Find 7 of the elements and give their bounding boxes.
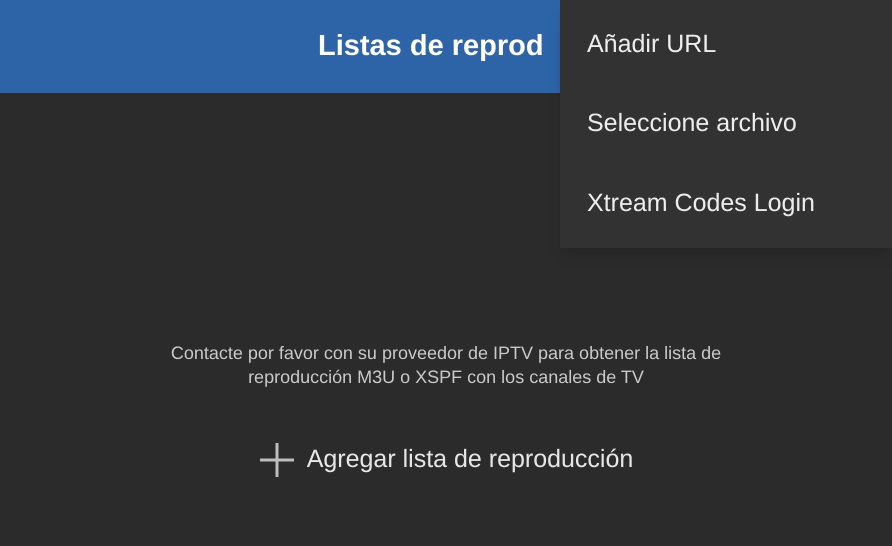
menu-item[interactable]: Seleccione archivo xyxy=(560,84,892,164)
empty-message: Contacte por favor con su proveedor de IPTV para obtener la lista de reproducción M3U o XSPF con los canales de TV xyxy=(170,342,722,389)
plus-icon xyxy=(258,442,295,478)
add-playlist-button[interactable]: Agregar lista de reproducción xyxy=(258,441,634,478)
menu-item[interactable]: Xtream Codes Login xyxy=(560,164,892,243)
app-bar-title: Listas de reprod xyxy=(318,28,544,64)
menu-item[interactable]: Añadir URL xyxy=(560,5,892,84)
